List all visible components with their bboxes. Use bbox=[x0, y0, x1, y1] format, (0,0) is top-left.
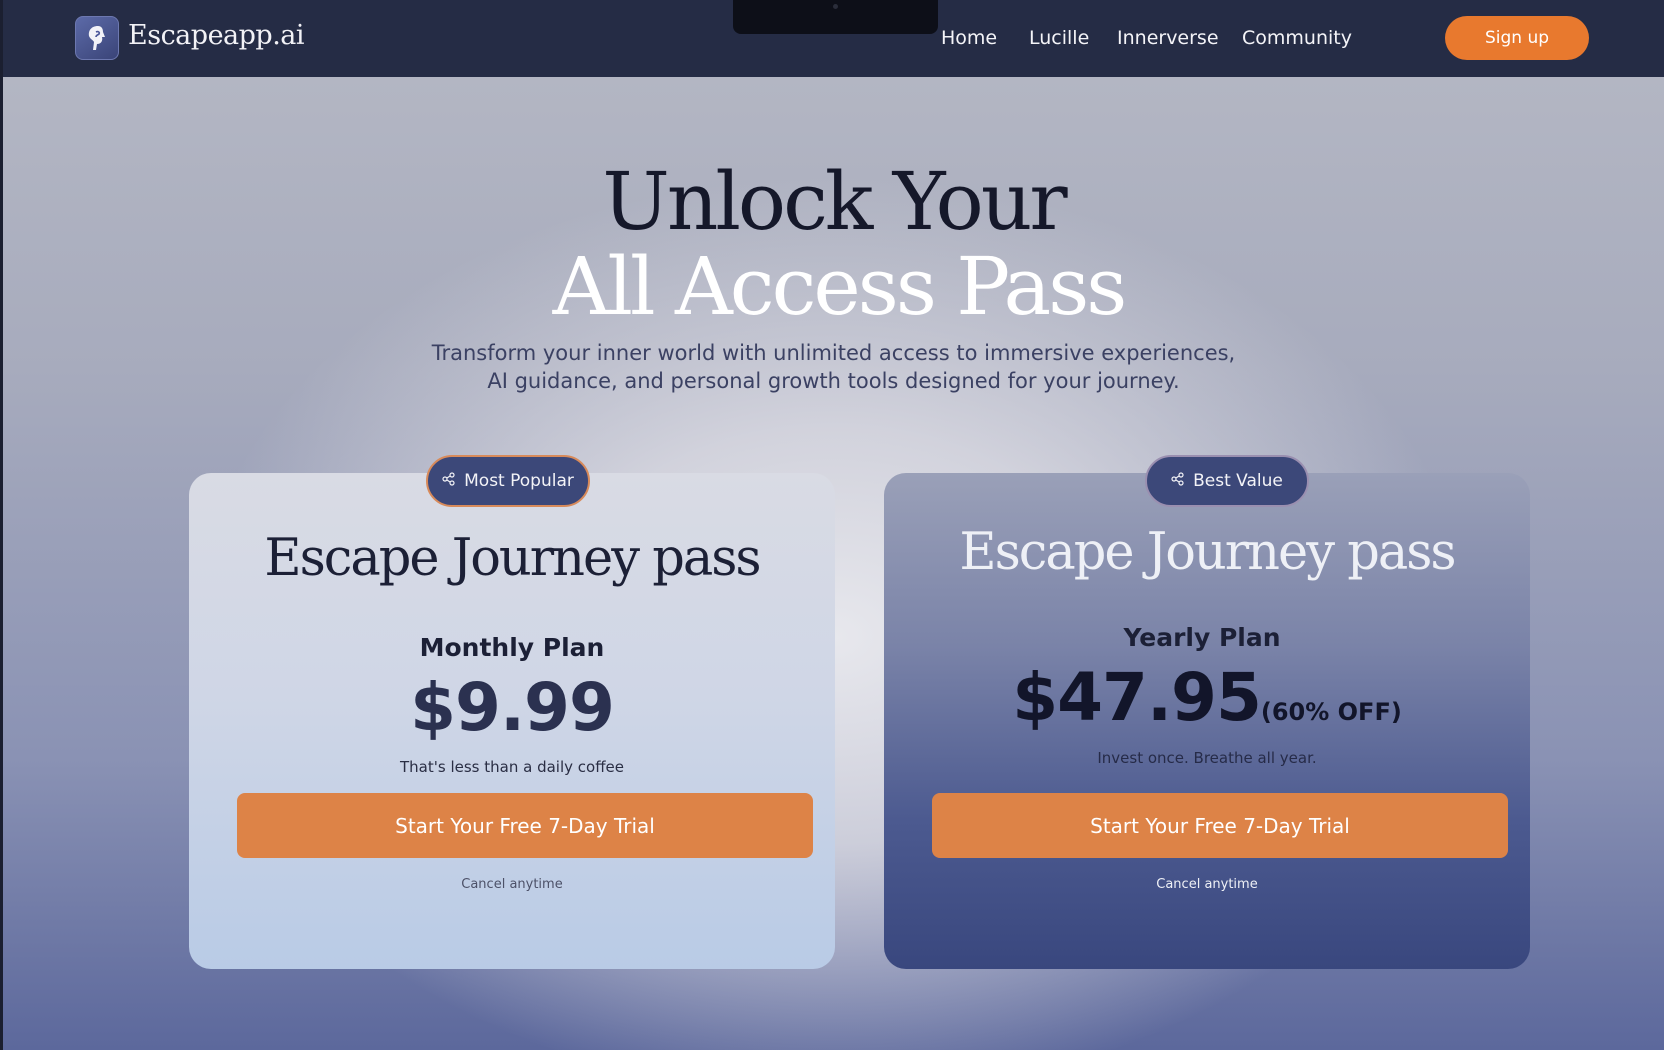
plan-discount: (60% OFF) bbox=[1260, 698, 1402, 726]
start-trial-button[interactable]: Start Your Free 7-Day Trial bbox=[237, 793, 813, 858]
nav-innerverse[interactable]: Innerverse bbox=[1117, 27, 1219, 49]
start-trial-button[interactable]: Start Your Free 7-Day Trial bbox=[932, 793, 1508, 858]
plan-name: Yearly Plan bbox=[1123, 623, 1281, 652]
hero-title-line2: All Access Pass bbox=[552, 240, 1128, 333]
plan-card-title: Escape Journey pass bbox=[264, 529, 761, 588]
plan-card-yearly: Escape Journey pass Yearly Plan $47.95(6… bbox=[884, 473, 1530, 969]
top-navbar: Escapeapp.ai Home Lucille Innerverse Com… bbox=[3, 0, 1664, 77]
signup-button[interactable]: Sign up bbox=[1445, 16, 1589, 60]
plan-price: $47.95(60% OFF) bbox=[884, 659, 1530, 736]
camera-dot bbox=[833, 4, 838, 9]
plan-price: $9.99 bbox=[410, 669, 615, 746]
most-popular-badge: Most Popular bbox=[426, 455, 590, 507]
share-nodes-icon bbox=[442, 471, 456, 491]
hero-subtitle: Transform your inner world with unlimite… bbox=[3, 339, 1664, 395]
nav-community[interactable]: Community bbox=[1242, 27, 1352, 49]
plan-card-title: Escape Journey pass bbox=[959, 523, 1456, 582]
cancel-anytime-note: Cancel anytime bbox=[461, 877, 563, 892]
plan-name: Monthly Plan bbox=[419, 633, 605, 662]
share-nodes-icon bbox=[1171, 471, 1185, 491]
nav-lucille[interactable]: Lucille bbox=[1029, 27, 1089, 49]
logo-icon[interactable] bbox=[75, 16, 119, 60]
hero-subtitle-line2: AI guidance, and personal growth tools d… bbox=[487, 369, 1180, 393]
hero-title-line1: Unlock Your bbox=[602, 155, 1067, 248]
plan-price-value: $47.95 bbox=[1012, 659, 1262, 736]
plan-card-monthly: Escape Journey pass Monthly Plan $9.99 T… bbox=[189, 473, 835, 969]
badge-label: Best Value bbox=[1193, 471, 1283, 491]
hero-subtitle-line1: Transform your inner world with unlimite… bbox=[431, 341, 1236, 365]
cancel-anytime-note: Cancel anytime bbox=[1156, 877, 1258, 892]
pricing-section: Unlock Your All Access Pass Transform yo… bbox=[3, 77, 1664, 1050]
badge-label: Most Popular bbox=[464, 471, 574, 491]
plan-note: That's less than a daily coffee bbox=[400, 758, 624, 776]
app-frame: Escapeapp.ai Home Lucille Innerverse Com… bbox=[3, 0, 1664, 1050]
camera-notch bbox=[733, 0, 938, 34]
nav-home[interactable]: Home bbox=[941, 27, 997, 49]
logo-wordmark[interactable]: Escapeapp.ai bbox=[128, 20, 305, 51]
plan-note: Invest once. Breathe all year. bbox=[1097, 749, 1317, 767]
best-value-badge: Best Value bbox=[1145, 455, 1309, 507]
